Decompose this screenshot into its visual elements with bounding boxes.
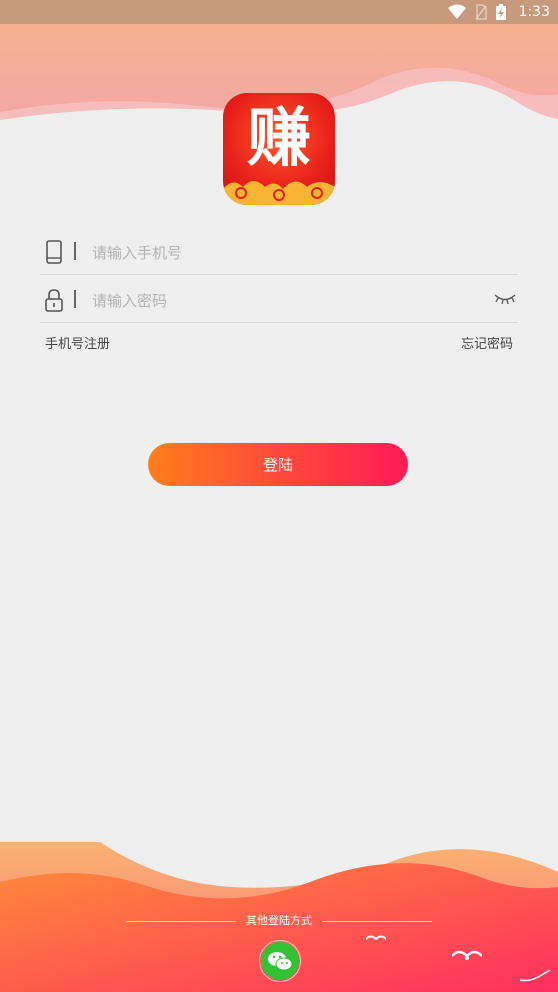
phone-field — [40, 230, 518, 275]
divider-right — [322, 920, 432, 922]
wifi-icon — [447, 4, 466, 19]
password-field — [40, 278, 518, 323]
phone-separator — [74, 242, 76, 260]
password-input[interactable] — [90, 286, 474, 316]
cloud-pattern — [223, 181, 335, 205]
lock-icon — [45, 289, 63, 312]
status-time: 1:33 — [518, 4, 550, 20]
divider-left — [126, 920, 236, 922]
no-sim-icon — [475, 4, 487, 20]
login-button[interactable]: 登陆 — [148, 443, 408, 486]
other-login-label: 其他登陆方式 — [246, 914, 312, 927]
logo-glyph: 赚 — [247, 102, 311, 176]
app-logo: 赚 — [223, 93, 335, 205]
password-separator — [74, 290, 76, 308]
status-bar: 1:33 — [0, 0, 558, 24]
wechat-icon — [261, 942, 299, 980]
other-login-section: 其他登陆方式 — [0, 912, 558, 928]
bird-decoration — [366, 935, 386, 941]
bird-decoration-2 — [452, 950, 482, 960]
forgot-password-link[interactable]: 忘记密码 — [461, 333, 513, 352]
wechat-login-button[interactable] — [259, 940, 301, 982]
battery-charging-icon — [496, 4, 506, 20]
bird-decoration-3 — [520, 970, 550, 982]
phone-input[interactable] — [90, 238, 474, 268]
register-link[interactable]: 手机号注册 — [45, 333, 110, 352]
phone-icon — [46, 240, 62, 264]
status-icons — [444, 4, 506, 20]
eye-closed-icon[interactable] — [494, 290, 516, 306]
